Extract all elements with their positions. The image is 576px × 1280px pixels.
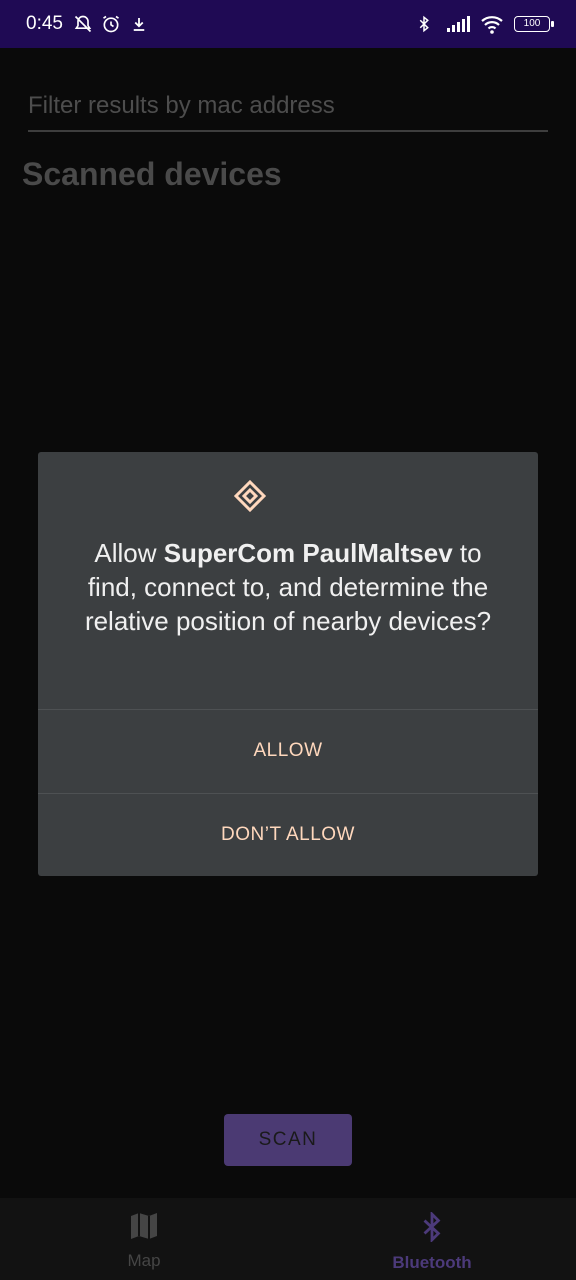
nav-item-bluetooth[interactable]: Bluetooth xyxy=(288,1198,576,1280)
map-icon xyxy=(129,1212,159,1245)
status-time: 0:45 xyxy=(26,13,63,34)
screen: 0:45 100 Scanned devices xyxy=(0,0,576,1280)
dialog-message-prefix: Allow xyxy=(94,538,164,568)
status-bar: 0:45 100 xyxy=(0,0,576,48)
battery-icon: 100 xyxy=(514,16,554,32)
nav-label-bluetooth: Bluetooth xyxy=(392,1253,472,1272)
signal-icon xyxy=(446,12,470,36)
filter-input[interactable] xyxy=(28,84,548,128)
dont-allow-button[interactable]: DON’T ALLOW xyxy=(38,795,538,875)
bell-off-icon xyxy=(71,12,95,36)
scan-button[interactable]: SCAN xyxy=(224,1114,352,1166)
bluetooth-icon xyxy=(412,12,436,36)
dialog-divider xyxy=(38,709,538,710)
nearby-devices-icon xyxy=(233,479,267,517)
nav-item-map[interactable]: Map xyxy=(0,1198,288,1280)
wifi-icon xyxy=(480,12,504,36)
allow-button[interactable]: ALLOW xyxy=(38,711,538,791)
download-icon xyxy=(127,12,151,36)
alarm-icon xyxy=(99,12,123,36)
dialog-message: Allow SuperCom PaulMaltsev to find, conn… xyxy=(38,536,538,638)
bottom-nav: Map Bluetooth xyxy=(0,1198,576,1280)
bluetooth-icon xyxy=(419,1210,445,1247)
nav-label-map: Map xyxy=(127,1251,161,1270)
filter-field[interactable] xyxy=(28,84,548,132)
section-title: Scanned devices xyxy=(22,156,282,192)
dialog-app-name: SuperCom PaulMaltsev xyxy=(163,538,453,568)
dialog-divider xyxy=(38,793,538,794)
